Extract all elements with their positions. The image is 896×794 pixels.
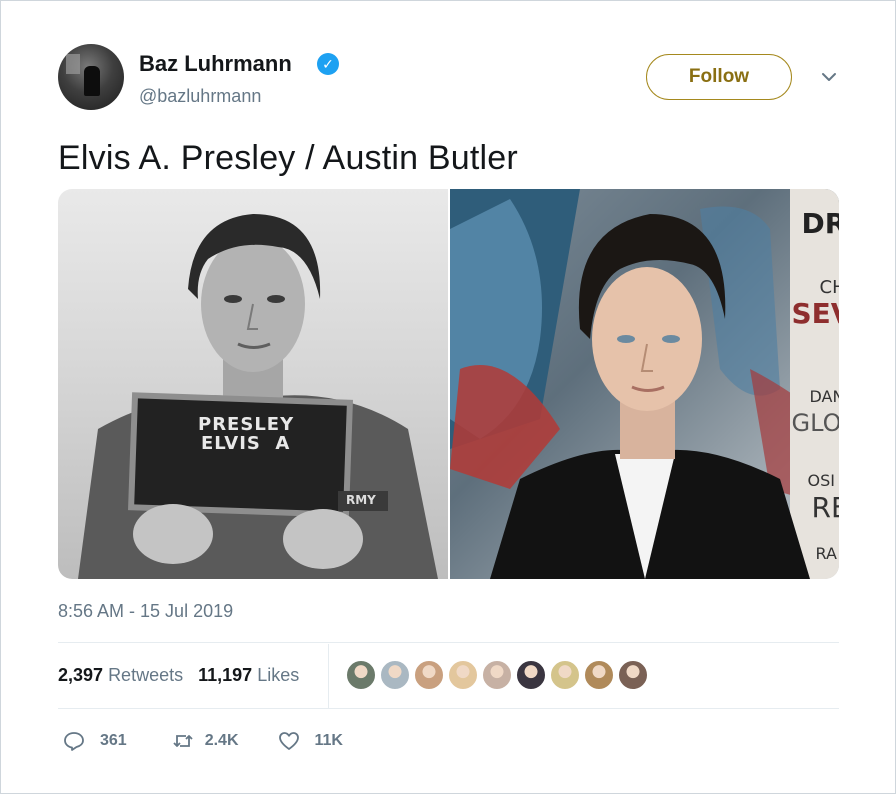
liker-avatars: [345, 659, 649, 693]
elvis-mugshot-illustration: [78, 214, 438, 579]
divider-bottom: [58, 708, 839, 709]
liker-avatar[interactable]: [515, 659, 547, 691]
tweet-card: Baz Luhrmann ✓ @bazluhrmann Follow Elvis…: [0, 0, 896, 794]
backdrop-text-6: OSI: [807, 471, 835, 490]
backdrop-text-4: DAN: [809, 387, 840, 406]
liker-avatar[interactable]: [379, 659, 411, 691]
backdrop-text-8: RA: [815, 544, 837, 563]
like-count: 11K: [314, 732, 343, 749]
backdrop-text-1: DR: [801, 207, 840, 240]
liker-avatar[interactable]: [345, 659, 377, 691]
heart-icon: [278, 732, 299, 750]
retweets-count: 2,397: [58, 665, 104, 685]
avatar-figure-shape: [84, 66, 100, 96]
austin-butler-illustration: [449, 189, 839, 579]
backdrop-text-3: SEV: [791, 297, 840, 330]
liker-avatar[interactable]: [583, 659, 615, 691]
likes-stat[interactable]: 11,197 Likes: [198, 665, 299, 685]
tweet-actions: 361 2.4K 11K: [58, 729, 343, 753]
stats-divider: [328, 644, 329, 708]
elvis-mugshot-photo[interactable]: PRESLEY ELVIS A RMY: [58, 189, 448, 579]
retweet-icon: [173, 735, 193, 747]
backdrop-text-2: CH: [819, 277, 840, 298]
retweets-stat[interactable]: 2,397 Retweets: [58, 665, 183, 685]
liker-avatar[interactable]: [447, 659, 479, 691]
liker-avatar[interactable]: [413, 659, 445, 691]
retweet-action[interactable]: 2.4K: [171, 729, 239, 753]
author-name[interactable]: Baz Luhrmann: [139, 51, 292, 77]
author-handle[interactable]: @bazluhrmann: [139, 86, 261, 107]
divider-top: [58, 642, 839, 643]
retweets-label: Retweets: [108, 665, 184, 685]
tweet-text: Elvis A. Presley / Austin Butler: [58, 139, 518, 177]
follow-button[interactable]: Follow: [646, 54, 792, 100]
liker-avatar[interactable]: [481, 659, 513, 691]
reply-count: 361: [100, 732, 127, 749]
retweet-count: 2.4K: [204, 732, 239, 749]
author-avatar[interactable]: [58, 44, 124, 110]
likes-label: Likes: [257, 665, 300, 685]
liker-avatar[interactable]: [617, 659, 649, 691]
backdrop-text-7: RE: [811, 491, 840, 524]
likes-count: 11,197: [198, 665, 253, 685]
tweet-media[interactable]: PRESLEY ELVIS A RMY DR CH SE DAN GLO OSI…: [58, 189, 839, 579]
army-patch-text: RMY: [346, 493, 376, 507]
tweet-stats: 2,397 Retweets 11,197 Likes: [58, 665, 299, 686]
verified-badge-icon: ✓: [317, 53, 339, 75]
austin-butler-photo[interactable]: DR CH SEV DAN GLOV OSI RE RA: [449, 189, 840, 579]
like-action[interactable]: 11K: [277, 729, 343, 753]
reply-action[interactable]: 361: [62, 729, 127, 753]
liker-avatar[interactable]: [549, 659, 581, 691]
reply-icon: [64, 732, 84, 751]
placard-line-2: ELVIS A: [201, 433, 291, 454]
avatar-window-shape: [66, 54, 80, 74]
chevron-down-icon[interactable]: [819, 67, 839, 87]
backdrop-text-5: GLOV: [791, 409, 840, 437]
placard-line-1: PRESLEY: [198, 414, 295, 435]
tweet-timestamp[interactable]: 8:56 AM - 15 Jul 2019: [58, 601, 233, 622]
